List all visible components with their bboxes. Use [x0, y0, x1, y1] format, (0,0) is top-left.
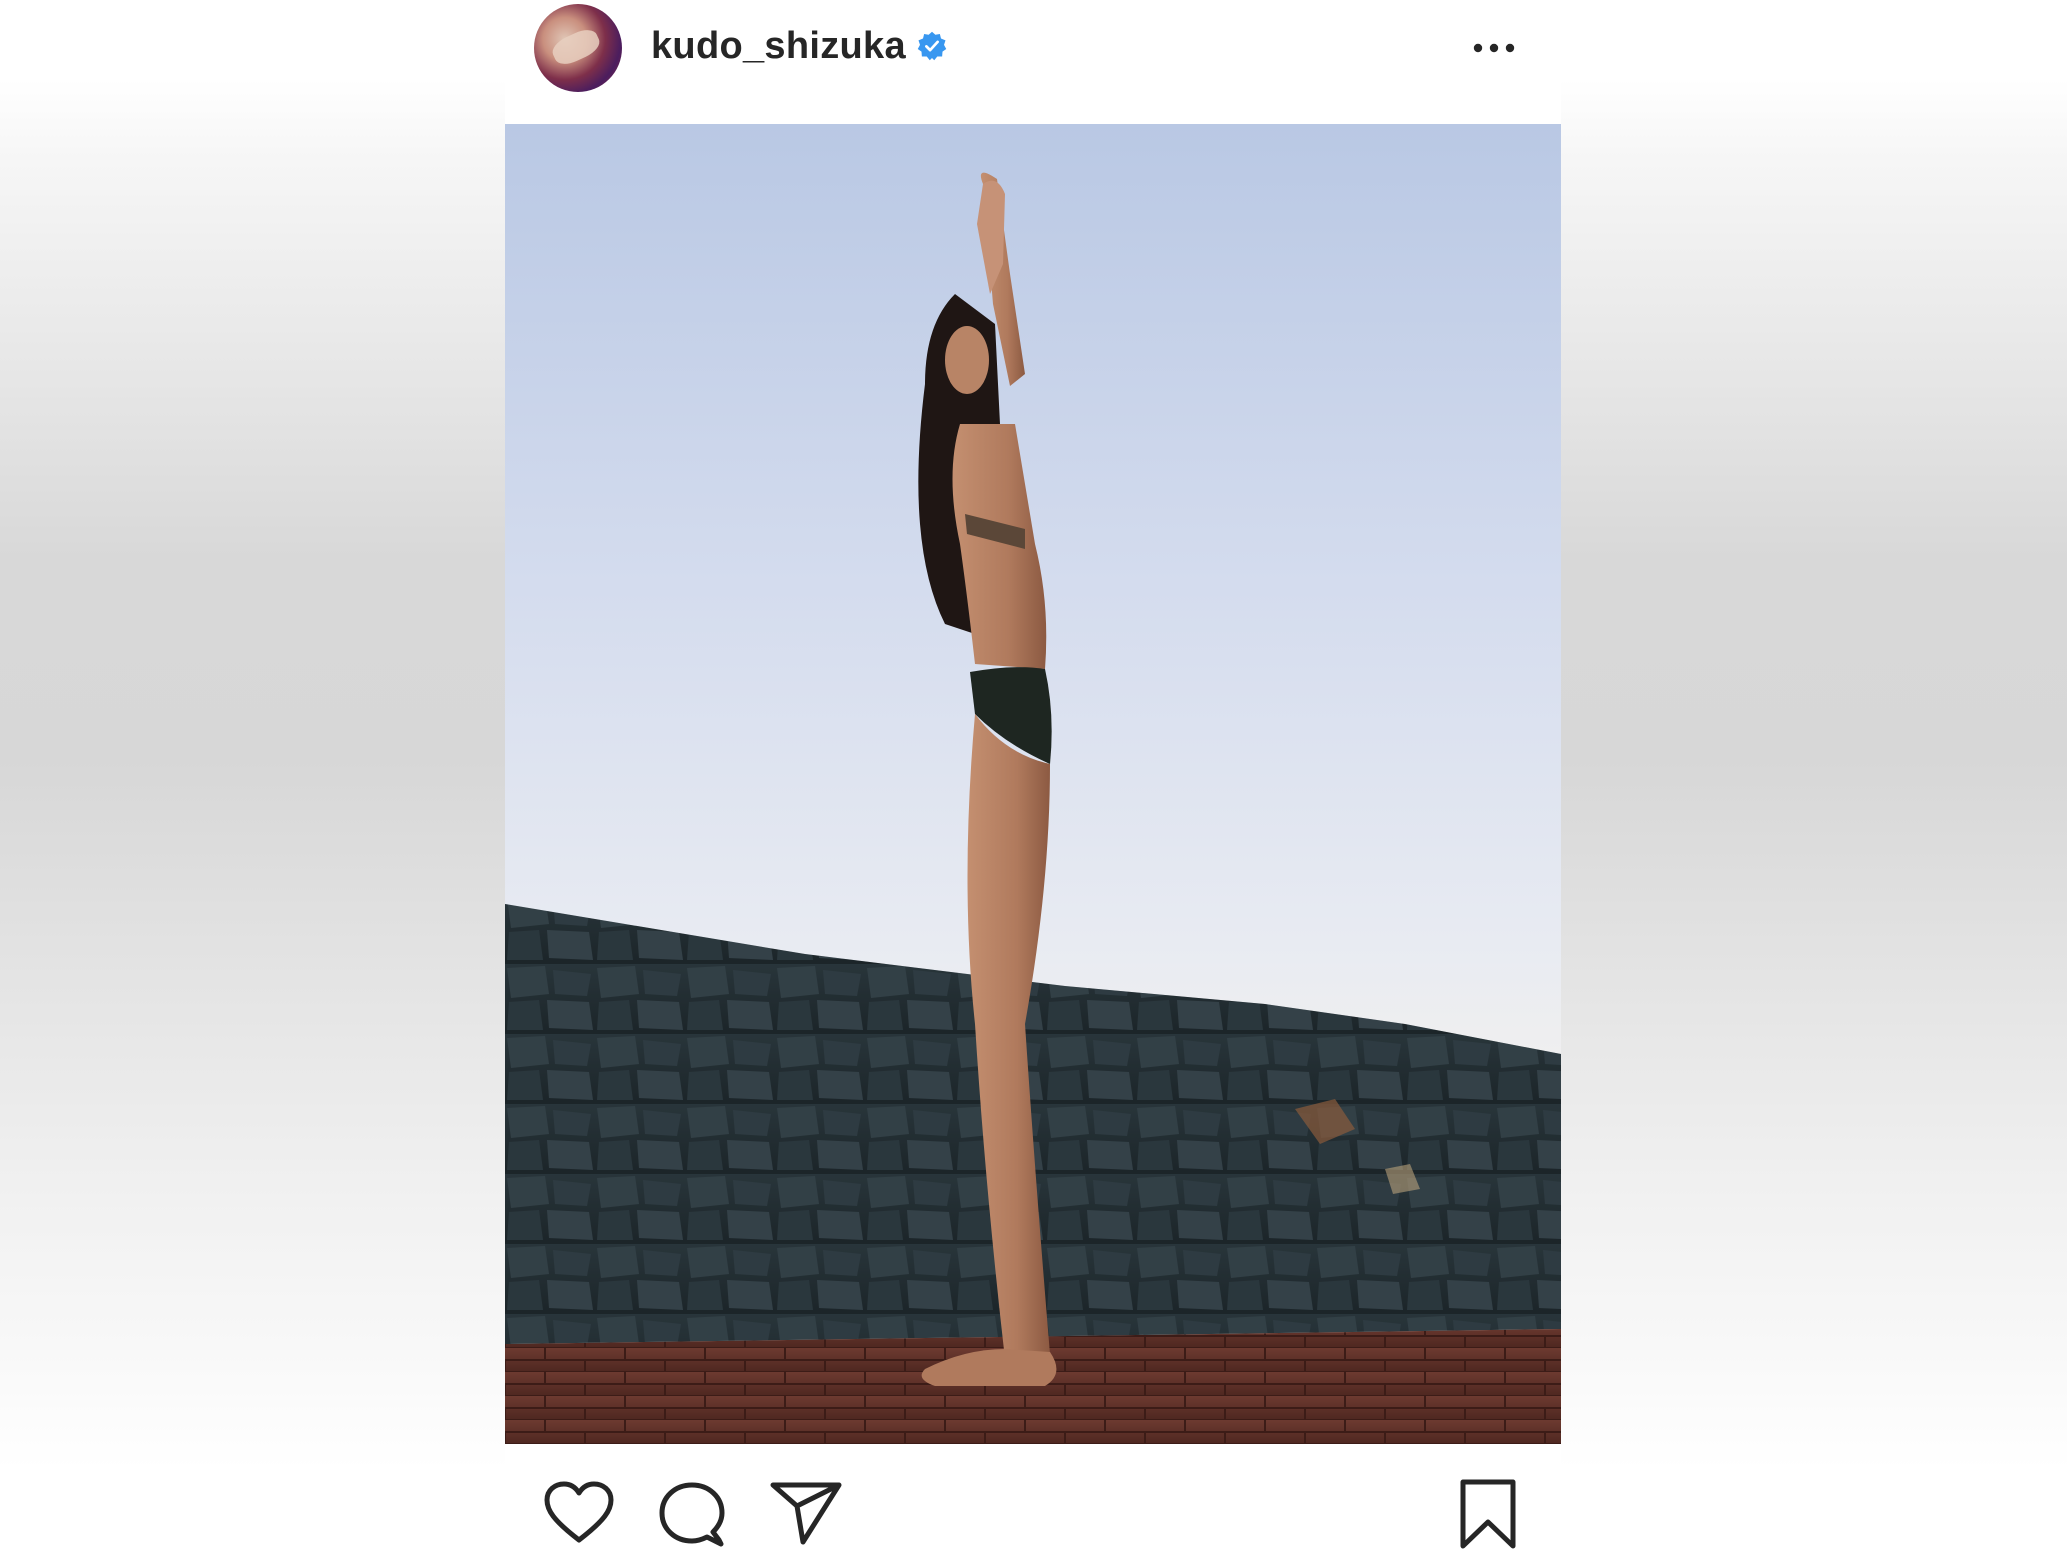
username[interactable]: kudo_shizuka [651, 22, 906, 70]
bookmark-icon[interactable] [1458, 1478, 1518, 1550]
post-header: kudo_shizuka [505, 0, 1561, 124]
verified-badge-icon [917, 31, 947, 61]
profile-avatar[interactable] [534, 4, 622, 92]
heart-icon[interactable] [543, 1480, 615, 1546]
paper-plane-icon[interactable] [769, 1480, 843, 1546]
photo-illustration [505, 124, 1561, 1444]
comment-icon[interactable] [657, 1480, 727, 1550]
post-card: kudo_shizuka [505, 0, 1561, 1550]
ellipsis-icon[interactable] [1471, 26, 1517, 70]
post-photo[interactable] [505, 124, 1561, 1444]
post-actions-bar [505, 1444, 1561, 1550]
